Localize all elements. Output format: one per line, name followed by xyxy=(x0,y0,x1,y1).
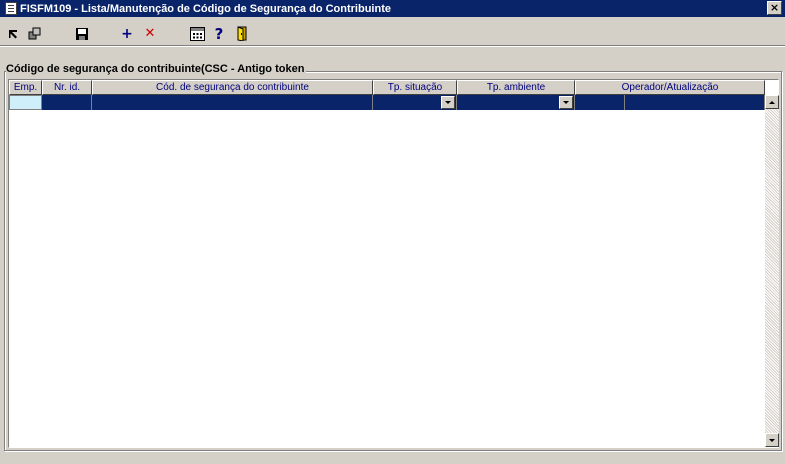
help-icon[interactable]: ? xyxy=(210,25,228,43)
cell-tp-ambiente[interactable] xyxy=(457,95,575,110)
column-header-operador-atualizacao[interactable]: Operador/Atualização xyxy=(575,80,765,95)
cell-csc[interactable] xyxy=(92,95,373,110)
scroll-down-button[interactable] xyxy=(765,433,779,447)
cell-nr-id[interactable] xyxy=(42,95,92,110)
table-row[interactable] xyxy=(9,95,765,110)
window-title: FISFM109 - Lista/Manutenção de Código de… xyxy=(20,2,391,15)
cell-atualizacao[interactable] xyxy=(625,95,765,110)
delete-icon[interactable]: ✕ xyxy=(141,25,159,42)
save-icon[interactable] xyxy=(73,25,91,42)
scroll-up-button[interactable] xyxy=(765,95,779,109)
cell-tp-situacao[interactable] xyxy=(373,95,457,110)
vertical-scrollbar[interactable] xyxy=(765,95,779,447)
group-label: Código de segurança do contribuinte(CSC … xyxy=(6,63,307,75)
window-icon xyxy=(5,2,17,15)
tp-situacao-dropdown-button[interactable] xyxy=(441,96,455,109)
cell-emp[interactable] xyxy=(9,95,42,110)
copy-records-icon[interactable] xyxy=(26,25,44,42)
toolbar-separator xyxy=(0,45,785,47)
column-header-csc[interactable]: Cód. de segurança do contribuinte xyxy=(92,80,373,95)
toolbar: + ✕ ? xyxy=(0,20,785,46)
column-header-emp[interactable]: Emp. xyxy=(9,80,42,95)
exit-door-icon[interactable] xyxy=(233,25,251,42)
tp-ambiente-dropdown-button[interactable] xyxy=(559,96,573,109)
add-icon[interactable]: + xyxy=(118,25,136,42)
close-button[interactable]: × xyxy=(767,1,782,15)
column-header-nr-id[interactable]: Nr. id. xyxy=(42,80,92,95)
cell-operador[interactable] xyxy=(575,95,625,110)
column-header-tp-situacao[interactable]: Tp. situação xyxy=(373,80,457,95)
first-record-icon[interactable] xyxy=(4,25,22,42)
title-bar: FISFM109 - Lista/Manutenção de Código de… xyxy=(0,0,785,17)
calendar-icon[interactable] xyxy=(188,25,206,42)
column-header-tp-ambiente[interactable]: Tp. ambiente xyxy=(457,80,575,95)
csc-grid: Emp. Nr. id. Cód. de segurança do contri… xyxy=(8,79,779,448)
